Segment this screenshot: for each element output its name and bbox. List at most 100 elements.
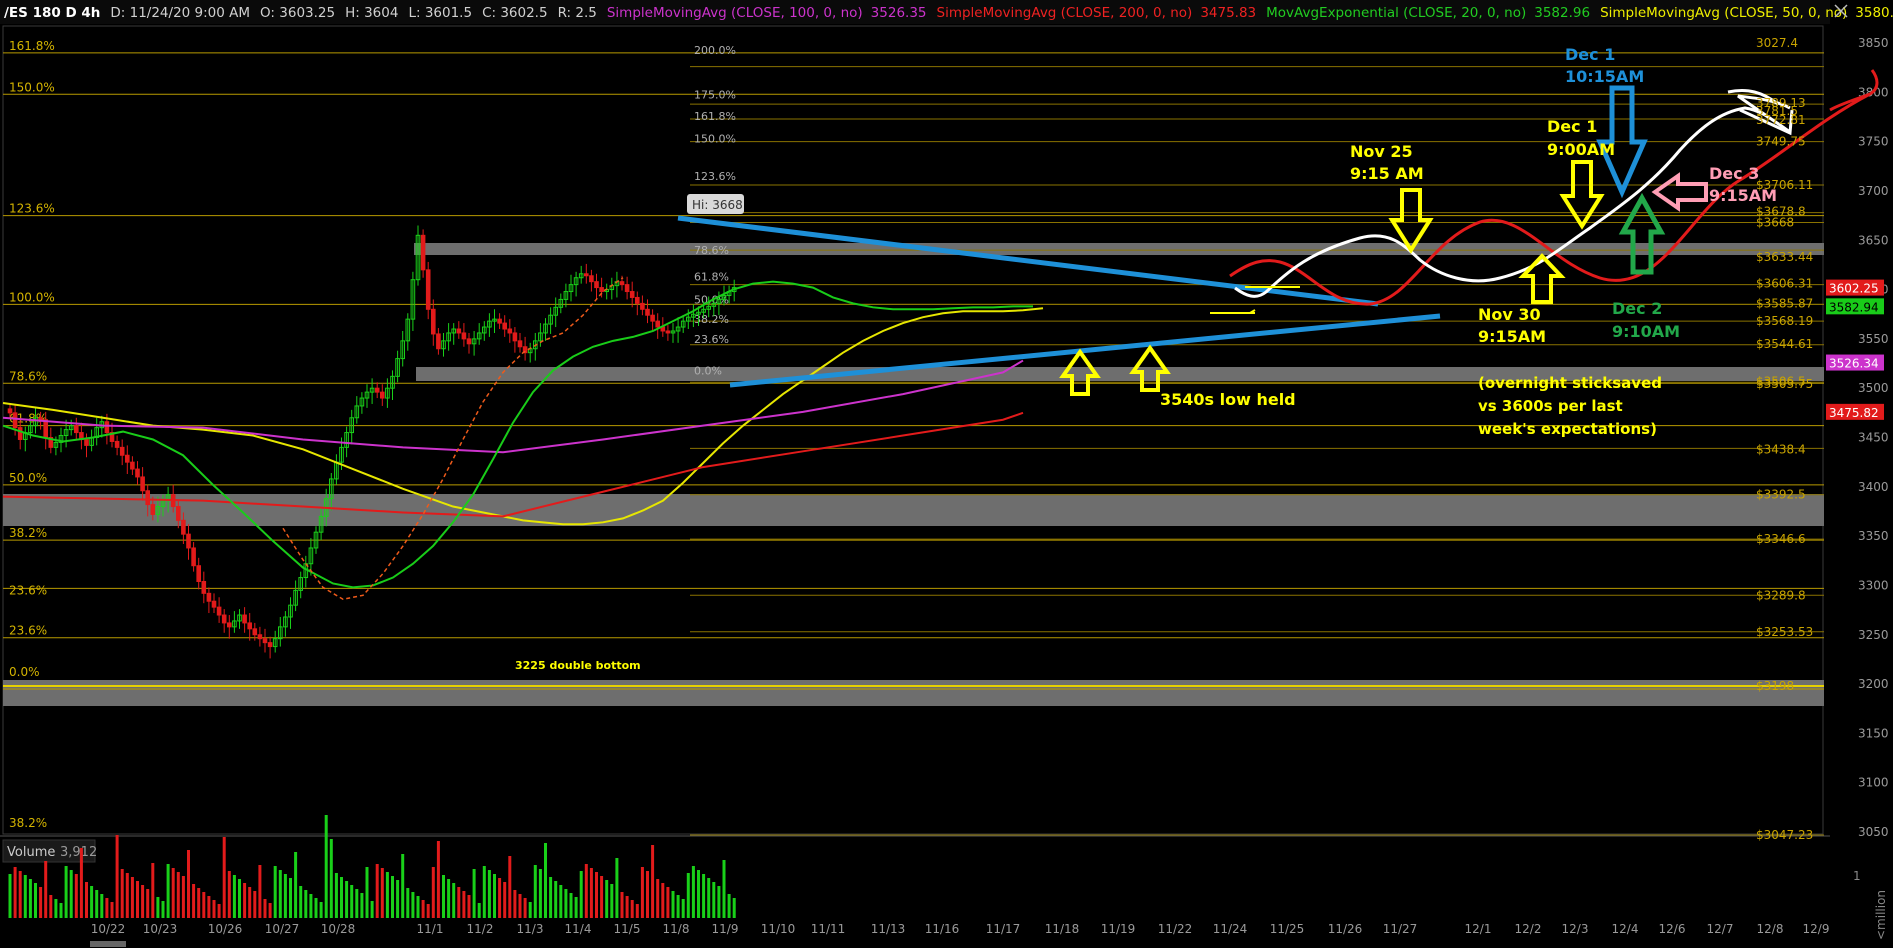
volume-bar [64, 866, 68, 918]
volume-bar [697, 870, 700, 918]
volume-bar [702, 874, 706, 918]
candle-body [181, 519, 186, 535]
study-value: 3580.72 [1855, 5, 1893, 21]
nov30-label: Nov 30 [1478, 305, 1541, 324]
volume-bar [294, 852, 298, 918]
volume-bar [263, 899, 267, 918]
candle-body [267, 642, 273, 648]
zone-3633 [414, 243, 1824, 255]
candle-body [461, 332, 467, 340]
volume-bar [544, 843, 547, 918]
volume-bar [340, 877, 343, 918]
right-axis-label: $3392.5 [1756, 488, 1806, 502]
volume-bar [385, 872, 389, 918]
right-axis-label: $3047.23 [1756, 828, 1813, 842]
candle-body [252, 628, 258, 636]
y-tick-label: 3700 [1858, 184, 1889, 198]
price-tag: 3582.94 [1829, 300, 1879, 314]
y-tick-label: 3300 [1858, 578, 1889, 592]
x-tick-label: 12/6 [1659, 922, 1686, 936]
candle-body [502, 322, 507, 330]
candle-body [7, 408, 13, 414]
volume-bar [13, 867, 17, 918]
volume-bar [54, 899, 58, 918]
volume-bar [44, 861, 48, 918]
candle-body [74, 425, 79, 434]
candle-body [456, 328, 462, 334]
x-tick-label: 11/18 [1045, 922, 1080, 936]
candle-body [17, 427, 23, 440]
volume-bar [380, 868, 384, 918]
x-tick-label: 11/27 [1383, 922, 1418, 936]
nov25-label: Nov 25 [1350, 142, 1413, 161]
volume-bar [212, 900, 216, 918]
left-fib-label: 50.0% [9, 471, 47, 485]
volume-bar [574, 897, 578, 918]
volume-bar [712, 882, 716, 918]
volume-bar [630, 900, 634, 918]
double-bottom-label: 3225 double bottom [515, 659, 641, 672]
price-chart[interactable]: /ES 180 D 4h D: 11/24/20 9:00 AM O: 3603.2… [0, 0, 1893, 948]
volume-bar [727, 894, 731, 918]
volume-bar [595, 872, 598, 918]
candle-body [431, 308, 436, 335]
study-name: MovAvgExponential (CLOSE, 20, 0, no) [1266, 5, 1526, 21]
dec2-time: 9:10AM [1612, 322, 1680, 341]
volume-bar [329, 839, 333, 918]
volume-bar [518, 894, 522, 918]
candle-body [12, 412, 18, 429]
study-value: 3526.35 [871, 5, 927, 21]
volume-bar [600, 876, 604, 918]
volume-bar [707, 878, 711, 918]
volume-bar [130, 877, 134, 918]
volume-bar [421, 900, 425, 918]
volume-bar [69, 870, 73, 918]
right-axis-label: $3289.8 [1756, 588, 1806, 602]
price-tag: 3475.82 [1829, 406, 1879, 420]
volume-bar [268, 903, 272, 918]
ohlc-value: R: 2.5 [558, 5, 597, 21]
candle-body [645, 308, 650, 316]
hi-label: Hi: 3668 [692, 198, 743, 212]
candle-body [512, 332, 518, 342]
right-axis-label: $3253.53 [1756, 625, 1813, 639]
left-fib-label: 78.6% [9, 369, 47, 383]
volume-bar [482, 866, 486, 918]
volume-bar [671, 891, 675, 918]
candle-body [104, 421, 110, 434]
right-axis-label: $3438.4 [1756, 442, 1806, 456]
volume-bar [401, 854, 405, 918]
candle-body [466, 338, 472, 345]
volume-bar [192, 884, 196, 918]
candle-body [125, 454, 130, 463]
volume-bar [39, 887, 43, 918]
y-tick-label: 3050 [1858, 825, 1889, 839]
volume-bar [508, 856, 512, 918]
volume-bar [95, 890, 99, 918]
volume-bar [635, 904, 639, 918]
y-tick-label: 3500 [1858, 381, 1889, 395]
x-tick-label: 11/5 [614, 922, 641, 936]
candle-body [655, 320, 661, 328]
candle-body [196, 565, 201, 582]
x-tick-label: 11/11 [811, 922, 846, 936]
candle-body [176, 506, 181, 521]
volume-bar [554, 881, 558, 918]
scrollbar-thumb[interactable] [90, 941, 126, 947]
candle-body [206, 592, 212, 602]
volume-label: Volume [7, 845, 55, 860]
volume-bar [217, 904, 221, 918]
volume-bar [207, 896, 211, 918]
candle-body [186, 533, 191, 549]
candle-body [114, 440, 120, 448]
study-legend: /ES 180 D 4h D: 11/24/20 9:00 AM O: 3603.2… [0, 0, 1893, 24]
volume-bar [161, 901, 165, 918]
volume-bar [411, 892, 415, 918]
study-name: SimpleMovingAvg (CLOSE, 100, 0, no) [607, 5, 863, 21]
volume-bar [396, 880, 400, 918]
right-axis-label: $3585.87 [1756, 296, 1813, 310]
volume-bar [18, 871, 22, 918]
volume-bar [345, 881, 349, 918]
volume-bar [156, 897, 160, 918]
candle-body [517, 340, 523, 348]
